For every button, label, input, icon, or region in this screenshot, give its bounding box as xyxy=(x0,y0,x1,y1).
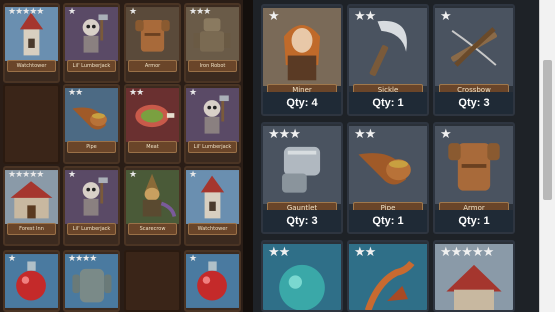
collection-card-claw[interactable]: ★★ xyxy=(347,240,429,312)
star-rating: ★★★ xyxy=(268,127,301,142)
card-name: Pipe xyxy=(67,141,116,153)
vertical-scrollbar[interactable] xyxy=(539,0,555,312)
card-name: Lil' Lumberjack xyxy=(67,223,116,235)
card-name: Scarecrow xyxy=(128,223,177,235)
star-rating: ★★★★★ xyxy=(8,170,44,180)
collection-card-building[interactable]: ★★★★★ xyxy=(433,240,515,312)
card-name: Armor xyxy=(128,60,177,72)
collection-card-pipe[interactable]: ★★ Pipe Qty: 1 xyxy=(347,122,429,234)
collection-card-orb[interactable]: ★★ xyxy=(261,240,343,312)
inventory-card-lil-lumberjack[interactable]: ★ Lil' Lumberjack xyxy=(63,3,120,83)
inventory-card-potion[interactable]: ★ xyxy=(3,250,60,312)
inventory-card-armor[interactable]: ★ Armor xyxy=(124,3,181,83)
star-rating: ★★★ xyxy=(189,7,211,17)
card-name: Iron Robot xyxy=(188,60,237,72)
star-rating: ★★★★ xyxy=(68,254,97,264)
star-rating: ★ xyxy=(189,254,197,264)
inventory-card-watchtower[interactable]: ★★★★★ Watchtower xyxy=(3,3,60,83)
collection-card-armor[interactable]: ★ Armor Qty: 1 xyxy=(433,122,515,234)
star-rating: ★ xyxy=(68,7,76,17)
card-name: Watchtower xyxy=(7,60,56,72)
star-rating: ★ xyxy=(440,9,452,24)
quantity-label: Qty: 3 xyxy=(263,210,341,232)
quantity-label: Qty: 1 xyxy=(435,210,513,232)
star-rating: ★★ xyxy=(129,88,144,98)
inventory-card-pipe[interactable]: ★★ Pipe xyxy=(63,84,120,164)
card-name: Forest Inn xyxy=(7,223,56,235)
collection-card-miner[interactable]: ★ Miner Qty: 4 xyxy=(261,4,343,116)
inventory-card-watchtower[interactable]: ★ Watchtower xyxy=(184,166,241,246)
inventory-card-lil-lumberjack[interactable]: ★ Lil' Lumberjack xyxy=(63,166,120,246)
quantity-label: Qty: 1 xyxy=(349,210,427,232)
panel-divider xyxy=(243,0,253,312)
star-rating: ★ xyxy=(129,170,137,180)
collection-card-gauntlet[interactable]: ★★★ Gauntlet Qty: 3 xyxy=(261,122,343,234)
empty-slot[interactable] xyxy=(3,84,60,164)
empty-slot[interactable] xyxy=(124,250,181,312)
inventory-card-golem[interactable]: ★★★★ xyxy=(63,250,120,312)
quantity-label: Qty: 4 xyxy=(263,92,341,114)
inventory-card-lil-lumberjack[interactable]: ★ Lil' Lumberjack xyxy=(184,84,241,164)
scrollbar-thumb[interactable] xyxy=(543,60,552,200)
star-rating: ★★ xyxy=(354,9,376,24)
quantity-label: Qty: 3 xyxy=(435,92,513,114)
star-rating: ★ xyxy=(8,254,16,264)
star-rating: ★★★★★ xyxy=(8,7,44,17)
inventory-panel: ★★★★★ Watchtower ★ Lil' Lumberjack ★ Arm… xyxy=(0,0,243,312)
card-name: Lil' Lumberjack xyxy=(188,141,237,153)
inventory-card-iron-robot[interactable]: ★★★ Iron Robot xyxy=(184,3,241,83)
card-name: Watchtower xyxy=(188,223,237,235)
inventory-card-forest-inn[interactable]: ★★★★★ Forest Inn xyxy=(3,166,60,246)
star-rating: ★★ xyxy=(68,88,83,98)
collection-card-crossbow[interactable]: ★ Crossbow Qty: 3 xyxy=(433,4,515,116)
inventory-card-meat[interactable]: ★★ Meat xyxy=(124,84,181,164)
inventory-card-scarecrow[interactable]: ★ Scarecrow xyxy=(124,166,181,246)
star-rating: ★ xyxy=(189,88,197,98)
star-rating: ★ xyxy=(268,9,280,24)
collection-card-sickle[interactable]: ★★ Sickle Qty: 1 xyxy=(347,4,429,116)
collection-panel: ★ Miner Qty: 4 ★★ Sickle Qty: 1 ★ Crossb… xyxy=(253,0,539,312)
star-rating: ★★ xyxy=(354,127,376,142)
star-rating: ★★ xyxy=(268,245,290,260)
star-rating: ★ xyxy=(129,7,137,17)
star-rating: ★ xyxy=(440,127,452,142)
card-name: Meat xyxy=(128,141,177,153)
star-rating: ★ xyxy=(68,170,76,180)
inventory-card-potion[interactable]: ★ xyxy=(184,250,241,312)
star-rating: ★★★★★ xyxy=(440,245,494,260)
star-rating: ★★ xyxy=(354,245,376,260)
quantity-label: Qty: 1 xyxy=(349,92,427,114)
card-name: Lil' Lumberjack xyxy=(67,60,116,72)
star-rating: ★ xyxy=(189,170,197,180)
